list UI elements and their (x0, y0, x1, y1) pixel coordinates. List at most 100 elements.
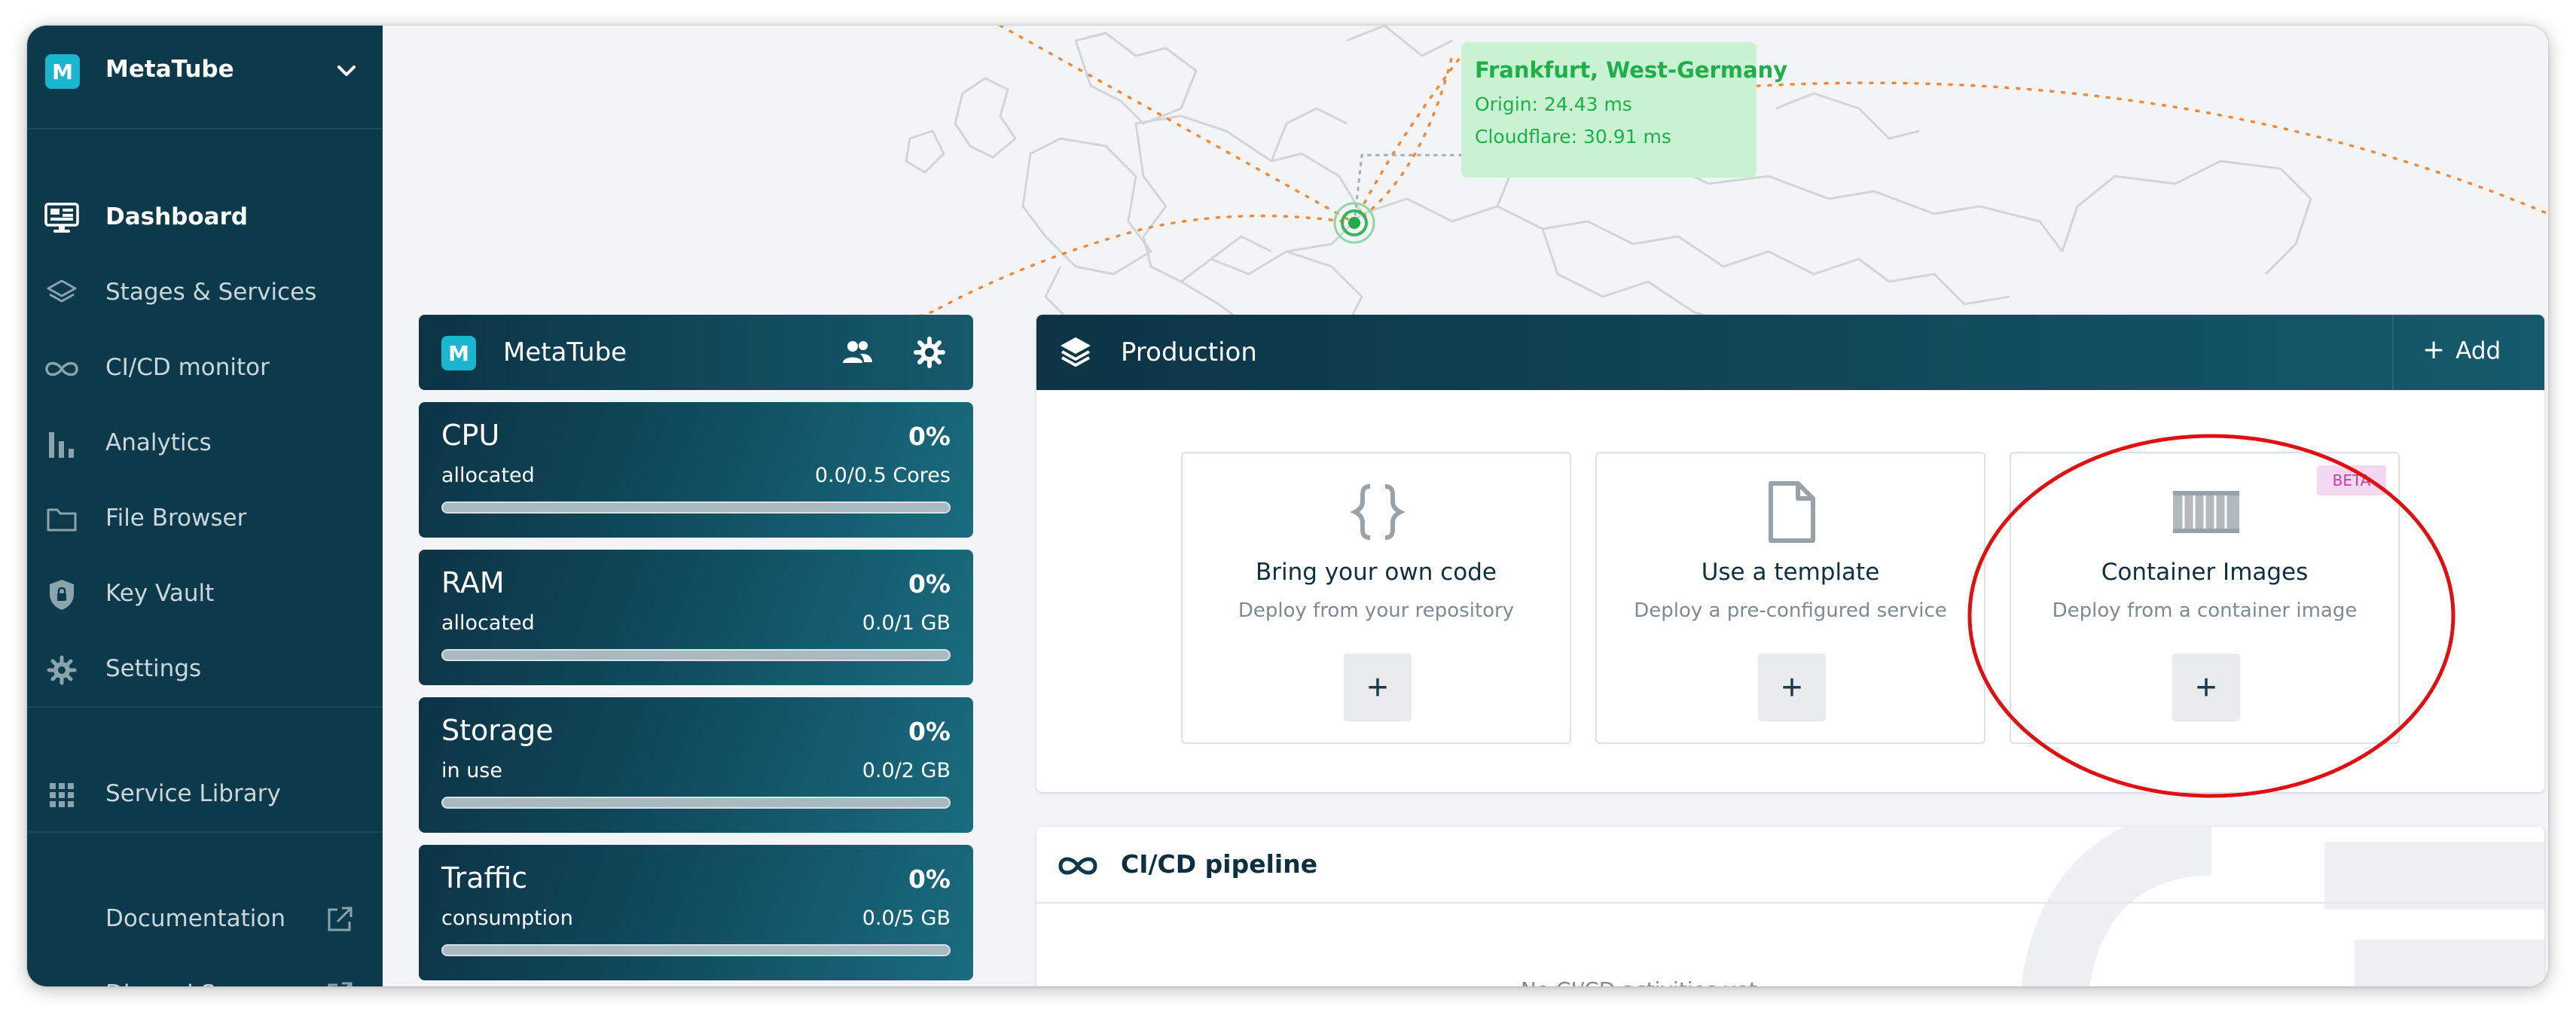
resource-progress-bar (441, 944, 951, 956)
app-logo: M (45, 54, 80, 89)
resource-card-cpu: CPU 0% allocated 0.0/0.5 Cores (419, 402, 973, 538)
sidebar-item-label: Stages & Services (105, 279, 317, 306)
gear-icon[interactable] (913, 336, 946, 369)
main-content: Frankfurt, West-Germany Origin: 24.43 ms… (383, 26, 2548, 986)
resource-name: Traffic (441, 861, 528, 895)
sidebar-item-analytics[interactable]: Analytics (27, 414, 383, 474)
sidebar-item-service-library[interactable]: Service Library (27, 765, 383, 825)
header-divider (2392, 315, 2394, 390)
sidebar-item-cicd-monitor[interactable]: CI/CD monitor (27, 339, 383, 399)
resource-percent: 0% (908, 717, 951, 746)
sidebar-divider (27, 706, 383, 708)
sidebar-item-label: Documentation (105, 905, 285, 932)
option-subtitle: Deploy from your repository (1238, 599, 1515, 622)
resource-percent: 0% (908, 864, 951, 894)
option-subtitle: Deploy from a container image (2052, 599, 2358, 622)
beta-badge: BETA (2317, 465, 2386, 495)
sidebar-link-discord[interactable]: Discord Server (27, 965, 383, 986)
resource-sub: in use (441, 759, 502, 782)
resource-progress-bar (441, 501, 951, 514)
latency-tooltip: Frankfurt, West-Germany Origin: 24.43 ms… (1461, 42, 1788, 178)
external-link-icon (328, 982, 353, 986)
plus-icon: + (2422, 334, 2446, 365)
option-card-own-code[interactable]: Bring your own code Deploy from your rep… (1181, 452, 1571, 744)
option-card-container-images[interactable]: BETA Container Images Deploy from a cont… (2010, 452, 2400, 744)
sidebar-item-label: CI/CD monitor (105, 354, 270, 381)
cicd-title: CI/CD pipeline (1121, 849, 1318, 879)
shield-icon (44, 578, 80, 611)
grid-icon (44, 779, 80, 812)
resource-value: 0.0/2 GB (862, 759, 951, 782)
resource-name: Storage (441, 714, 554, 747)
production-stage-panel: Production + Add Bring your own code Depl… (1036, 315, 2544, 792)
project-logo: M (441, 336, 476, 370)
resource-progress-bar (441, 649, 951, 661)
layers-icon (1061, 337, 1091, 367)
tooltip-origin: Origin: 24.43 ms (1475, 93, 1632, 115)
cicd-empty-text: No CI/CD activities yet (1036, 977, 2242, 986)
option-card-template[interactable]: Use a template Deploy a pre-configured s… (1595, 452, 1985, 744)
infinity-icon (1058, 857, 1097, 875)
resource-progress-bar (441, 797, 951, 809)
sidebar-link-documentation[interactable]: Documentation (27, 890, 383, 950)
code-braces-icon (1340, 482, 1415, 542)
app-window: M MetaTube Dashboard Stages & Services C… (27, 26, 2548, 986)
resource-value: 0.0/0.5 Cores (814, 464, 951, 487)
sidebar-item-key-vault[interactable]: Key Vault (27, 565, 383, 625)
tooltip-cloudflare: Cloudflare: 30.91 ms (1475, 126, 1671, 148)
option-title: Use a template (1701, 559, 1880, 586)
resource-value: 0.0/1 GB (862, 611, 951, 635)
add-label: Add (2455, 337, 2501, 364)
add-option-button[interactable]: + (1344, 654, 1412, 721)
sidebar-divider (27, 831, 383, 833)
project-switcher[interactable]: M MetaTube (27, 26, 383, 130)
folder-icon (44, 503, 80, 536)
sidebar-item-label: Discord Server (105, 980, 277, 986)
resource-sub: allocated (441, 464, 535, 487)
bar-chart-icon (44, 428, 80, 461)
sidebar-item-dashboard[interactable]: Dashboard (27, 188, 383, 248)
app-name: MetaTube (105, 56, 234, 83)
layers-icon (44, 277, 80, 310)
add-option-button[interactable]: + (1758, 654, 1826, 721)
add-button[interactable]: + Add (2422, 334, 2501, 365)
project-header: M MetaTube (419, 315, 973, 390)
resource-percent: 0% (908, 569, 951, 599)
resource-card-traffic: Traffic 0% consumption 0.0/5 GB (419, 845, 973, 980)
users-icon[interactable] (841, 336, 874, 369)
resource-sub: allocated (441, 611, 535, 635)
cicd-divider (1036, 902, 2544, 904)
sidebar-item-settings[interactable]: Settings (27, 640, 383, 700)
chevron-down-icon[interactable] (331, 56, 362, 86)
gear-icon (44, 654, 80, 687)
sidebar-item-file-browser[interactable]: File Browser (27, 489, 383, 550)
option-title: Container Images (2101, 559, 2309, 586)
resource-name: RAM (441, 566, 505, 599)
cicd-watermark (2021, 827, 2544, 986)
resource-percent: 0% (908, 422, 951, 451)
external-link-icon (328, 907, 353, 931)
resource-name: CPU (441, 419, 500, 452)
resource-value: 0.0/5 GB (862, 907, 951, 930)
sidebar-item-label: Dashboard (105, 203, 249, 230)
sidebar-item-label: Settings (105, 655, 202, 682)
sidebar-item-label: Service Library (105, 780, 281, 807)
resource-sub: consumption (441, 907, 573, 930)
option-title: Bring your own code (1256, 559, 1497, 586)
add-option-button[interactable]: + (2172, 654, 2240, 721)
sidebar-item-stages-services[interactable]: Stages & Services (27, 264, 383, 324)
sidebar: M MetaTube Dashboard Stages & Services C… (27, 26, 383, 986)
sidebar-item-label: File Browser (105, 504, 247, 532)
infinity-icon (44, 352, 80, 386)
option-subtitle: Deploy a pre-configured service (1634, 599, 1947, 622)
sidebar-item-label: Key Vault (105, 580, 215, 607)
production-title: Production (1121, 337, 1257, 367)
production-header: Production + Add (1036, 315, 2544, 390)
tooltip-location: Frankfurt, West-Germany (1475, 57, 1788, 83)
monitor-icon (44, 202, 80, 235)
resource-card-ram: RAM 0% allocated 0.0/1 GB (419, 550, 973, 685)
resource-card-storage: Storage 0% in use 0.0/2 GB (419, 697, 973, 833)
container-icon (2169, 482, 2244, 542)
document-icon (1754, 481, 1830, 543)
sidebar-item-label: Analytics (105, 429, 212, 456)
